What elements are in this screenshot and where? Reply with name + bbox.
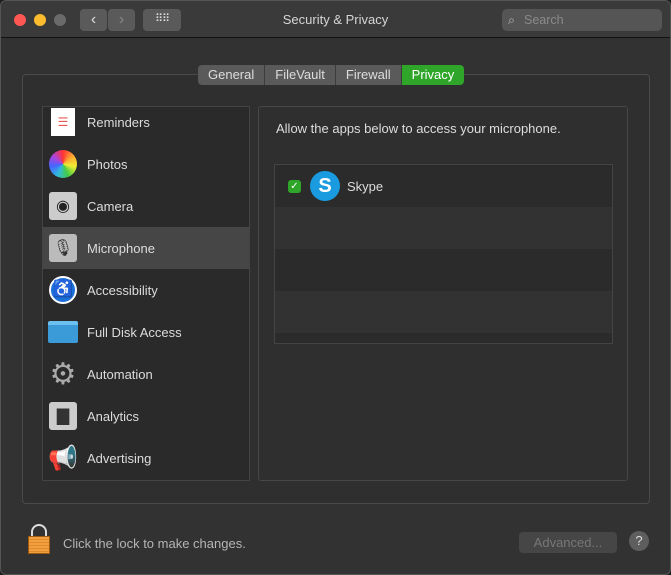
titlebar: ‹ › ⠿⠿ Security & Privacy ⌕ Search [1, 1, 670, 38]
advanced-button[interactable]: Advanced... [519, 532, 617, 553]
photos-icon [47, 148, 79, 180]
skype-checkbox[interactable]: ✓ [288, 180, 301, 193]
app-name: Skype [347, 179, 384, 194]
tab-privacy[interactable]: Privacy [401, 65, 465, 85]
sidebar-item-automation[interactable]: ⚙ Automation [43, 353, 249, 395]
search-placeholder: Search [524, 13, 564, 27]
empty-row [275, 333, 612, 343]
empty-row [275, 291, 612, 333]
privacy-category-list: ☰ Reminders Photos ◉ Camera 🎙 Microphone ♿ A… [42, 106, 250, 481]
folder-icon [47, 316, 79, 348]
search-icon: ⌕ [508, 13, 516, 27]
sidebar-item-label: Full Disk Access [87, 324, 182, 340]
app-list: ✓ S Skype [274, 164, 613, 344]
megaphone-icon: 📢 [48, 444, 78, 472]
accessibility-icon: ♿ [47, 274, 79, 306]
sidebar-item-accessibility[interactable]: ♿ Accessibility [43, 269, 249, 311]
tab-bar: General FileVault Firewall Privacy [198, 65, 465, 85]
camera-icon: ◉ [49, 192, 77, 220]
list-item[interactable]: ✓ S Skype [275, 165, 612, 207]
lock-status-text: Click the lock to make changes. [63, 536, 246, 551]
panel-description: Allow the apps below to access your micr… [276, 121, 561, 136]
sidebar-item-camera[interactable]: ◉ Camera [43, 185, 249, 227]
sidebar-item-photos[interactable]: Photos [43, 143, 249, 185]
skype-icon: S [310, 171, 340, 201]
tab-filevault[interactable]: FileVault [265, 65, 336, 85]
sidebar-item-full-disk-access[interactable]: Full Disk Access [43, 311, 249, 353]
reminders-icon: ☰ [51, 108, 75, 136]
sidebar-item-label: Reminders [87, 114, 150, 130]
sidebar-item-label: Advertising [87, 450, 152, 466]
sidebar-item-reminders[interactable]: ☰ Reminders [43, 107, 249, 143]
window: ‹ › ⠿⠿ Security & Privacy ⌕ Search Genera… [0, 0, 671, 575]
sidebar-item-analytics[interactable]: ▇ Analytics [43, 395, 249, 437]
analytics-icon: ▇ [49, 402, 77, 430]
empty-row [275, 249, 612, 291]
tab-general[interactable]: General [198, 65, 266, 85]
sidebar-item-advertising[interactable]: 📢 Advertising [43, 437, 249, 479]
lock-icon[interactable] [28, 524, 50, 554]
sidebar-item-label: Microphone [87, 240, 155, 256]
sidebar-item-label: Automation [87, 366, 153, 382]
sidebar-item-label: Photos [87, 156, 128, 172]
sidebar-item-label: Camera [87, 198, 134, 214]
microphone-panel: Allow the apps below to access your micr… [258, 106, 628, 481]
sidebar-item-microphone[interactable]: 🎙 Microphone [43, 227, 249, 269]
gear-icon: ⚙ [49, 357, 77, 391]
sidebar-item-label: Accessibility [87, 282, 158, 298]
help-button[interactable]: ? [629, 531, 649, 551]
sidebar-item-label: Analytics [87, 408, 140, 424]
microphone-icon: 🎙 [49, 234, 77, 262]
tab-firewall[interactable]: Firewall [335, 65, 402, 85]
search-input[interactable]: ⌕ Search [502, 9, 662, 31]
empty-row [275, 207, 612, 249]
